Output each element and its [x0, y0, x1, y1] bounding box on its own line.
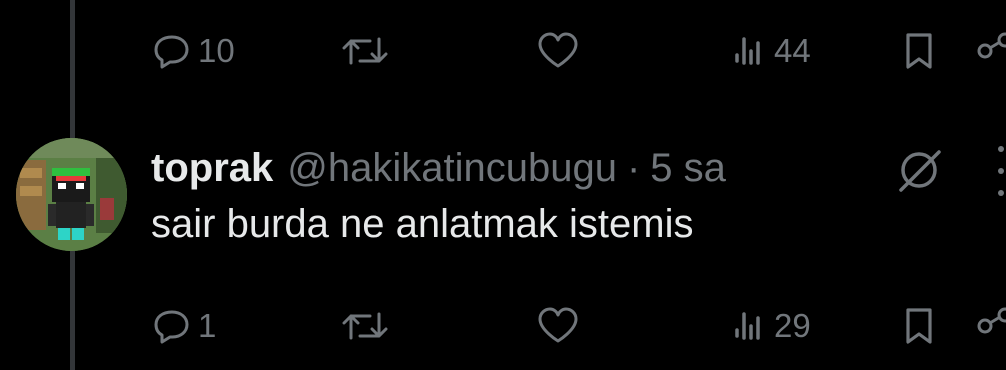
bar-chart-icon — [735, 37, 760, 65]
view-count: 29 — [774, 307, 811, 344]
views-button[interactable]: 44 — [733, 26, 811, 76]
bookmark-icon — [906, 33, 932, 69]
tweet-text: sair burda ne anlatmak istemis — [151, 202, 694, 246]
retweet-button[interactable] — [340, 301, 390, 351]
minecraft-character-avatar-image — [16, 138, 127, 251]
retweet-arrows-icon — [342, 312, 388, 340]
views-button[interactable]: 29 — [733, 301, 811, 351]
user-avatar[interactable] — [16, 138, 127, 251]
tweet-header: toprak @hakikatincubugu · 5 sa — [151, 140, 726, 196]
speech-bubble-icon — [154, 35, 189, 69]
view-count: 44 — [774, 32, 811, 69]
share-icon — [977, 307, 1006, 334]
heart-icon — [538, 32, 578, 68]
bookmark-button[interactable] — [902, 26, 936, 76]
more-options-button[interactable] — [996, 146, 1006, 196]
header-separator: · — [626, 145, 641, 190]
display-name[interactable]: toprak — [151, 146, 273, 191]
bookmark-icon — [906, 308, 932, 344]
more-vertical-icon — [998, 146, 1004, 152]
grok-icon — [899, 150, 941, 192]
user-handle[interactable]: @hakikatincubugu — [287, 146, 617, 191]
speech-bubble-icon — [154, 310, 189, 344]
like-button[interactable] — [536, 301, 580, 351]
grok-button[interactable] — [893, 144, 945, 201]
share-button[interactable] — [975, 26, 1006, 76]
like-button[interactable] — [536, 26, 580, 76]
bar-chart-icon — [735, 312, 760, 340]
previous-tweet-action-bar: 10 44 — [0, 26, 1006, 76]
heart-icon — [538, 307, 578, 343]
tweet-action-bar: 1 29 — [0, 301, 1006, 351]
reply-button[interactable]: 1 — [153, 301, 216, 351]
bookmark-button[interactable] — [902, 301, 936, 351]
reply-count: 1 — [198, 307, 217, 344]
share-button[interactable] — [975, 301, 1006, 351]
reply-button[interactable]: 10 — [153, 26, 235, 76]
retweet-arrows-icon — [342, 37, 388, 65]
share-icon — [977, 32, 1006, 59]
reply-count: 10 — [198, 32, 235, 69]
retweet-button[interactable] — [340, 26, 390, 76]
tweet-timestamp[interactable]: 5 sa — [650, 146, 726, 191]
